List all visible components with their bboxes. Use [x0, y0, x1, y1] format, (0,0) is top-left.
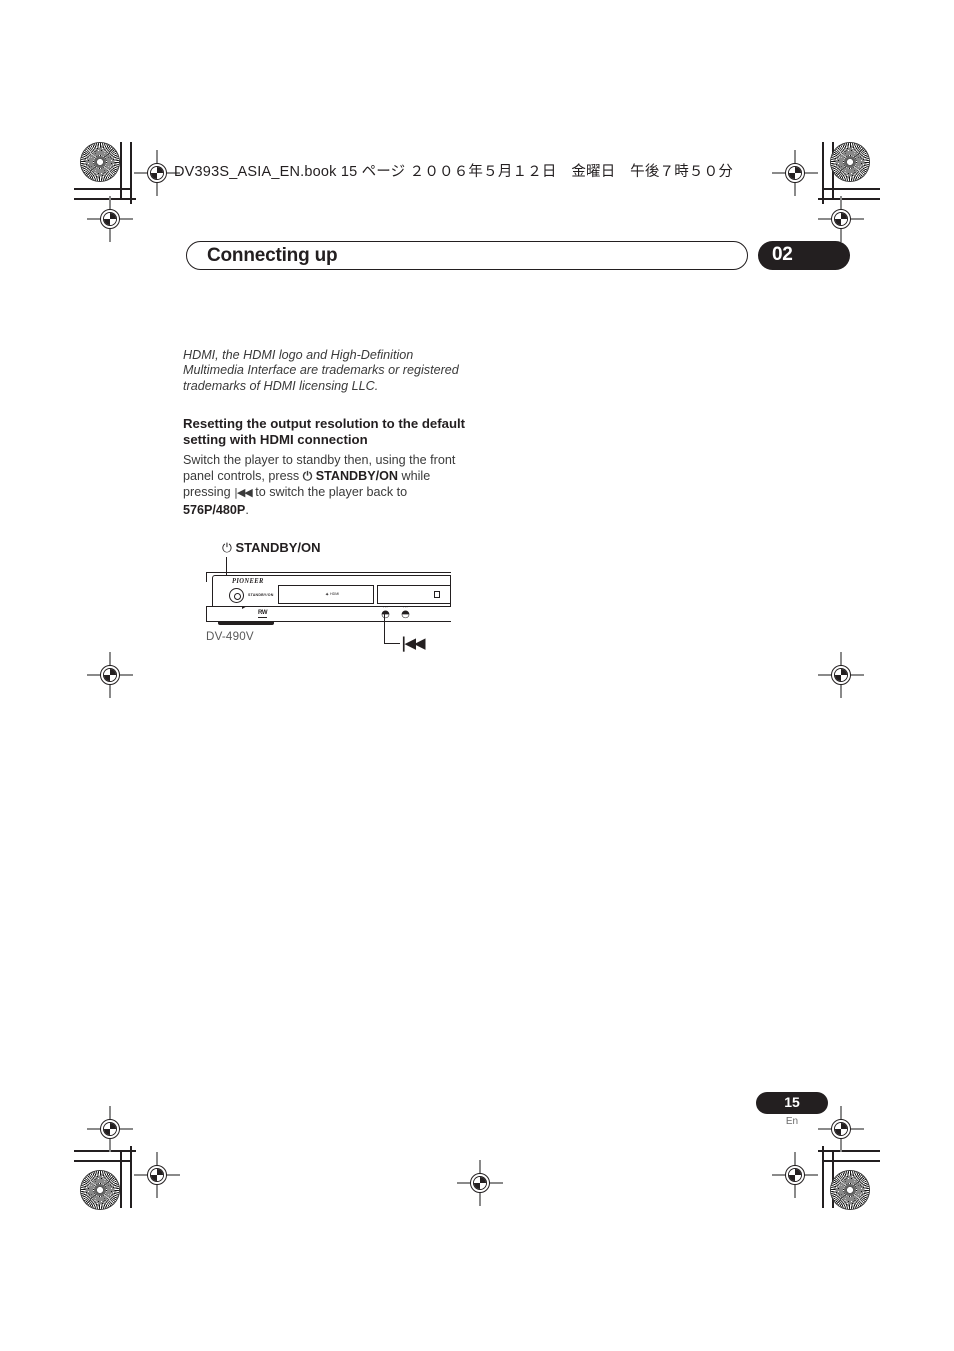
- display-indicator-icon: [434, 591, 440, 598]
- power-symbol-icon: ⏻: [302, 469, 313, 484]
- power-symbol-callout-icon: ⏻: [222, 540, 232, 555]
- print-density-target-top-right: [831, 143, 869, 181]
- panel-left-skirt: [206, 606, 208, 622]
- panel-bottom-strip: [206, 606, 451, 622]
- standby-on-button-label: STANDBY/ON: [248, 593, 274, 597]
- panel-left-bevel: [206, 572, 208, 582]
- print-density-target-top-left: [81, 143, 119, 181]
- previous-callout-leader-vertical: [384, 614, 386, 644]
- pioneer-logo: PIONEER: [232, 577, 264, 586]
- previous-track-button: ◓: [381, 609, 390, 620]
- registration-mark-bottom-left: [134, 1152, 180, 1198]
- section-heading: Resetting the output resolution to the d…: [183, 416, 466, 448]
- previous-track-callout-symbol: |◀◀: [401, 634, 426, 652]
- chapter-number: 02: [772, 244, 793, 265]
- print-density-target-bottom-left: [81, 1171, 119, 1209]
- reset-instructions-paragraph: Switch the player to standby then, using…: [183, 452, 473, 518]
- model-number-label: DV-490V: [206, 630, 254, 643]
- print-density-target-bottom-right: [831, 1171, 869, 1209]
- registration-mark-right-middle: [818, 652, 864, 698]
- chapter-number-badge: 02: [758, 241, 850, 270]
- standby-on-callout: ⏻ STANDBY/ON: [222, 540, 321, 556]
- next-track-button: ◓: [401, 609, 410, 620]
- standby-on-button: [229, 588, 244, 603]
- page-number: 15: [784, 1094, 800, 1110]
- rw-compatibility-mark: RW: [258, 610, 268, 618]
- instructions-text-3: to switch the player back to: [251, 485, 408, 500]
- language-code: En: [785, 1116, 799, 1127]
- previous-track-symbol-icon: |◀◀: [234, 486, 253, 500]
- source-file-header: DV393S_ASIA_EN.book 15 ページ ２００６年５月１２日 金曜…: [174, 164, 734, 180]
- hdmi-badge-label: HDMI: [330, 592, 340, 596]
- registration-mark-bottom-center: [457, 1160, 503, 1206]
- dvd-player-front-panel-illustration: PIONEER STANDBY/ON ✦ HDMI RW ··· ◓ ··· ◓: [206, 572, 451, 626]
- previous-callout-leader-horizontal: [384, 643, 400, 645]
- panel-foot: [218, 622, 274, 625]
- page-number-badge: 15: [756, 1092, 828, 1114]
- registration-mark-left-lower: [87, 1106, 133, 1152]
- hdmi-badge-icon: ✦: [325, 591, 330, 598]
- standby-on-callout-label: STANDBY/ON: [235, 540, 321, 555]
- panel-top-edge: [206, 572, 451, 574]
- tray-divider: [278, 585, 280, 604]
- instructions-text-4: .: [245, 502, 249, 517]
- chapter-title-bar: Connecting up: [186, 241, 748, 270]
- standby-on-bold-label: STANDBY/ON: [315, 469, 399, 484]
- registration-mark-left-upper: [87, 196, 133, 242]
- registration-mark-top-right: [772, 150, 818, 196]
- page-title: Connecting up: [207, 245, 338, 266]
- registration-mark-right-lower: [818, 1106, 864, 1152]
- resolution-bold-label: 576P/480P: [183, 502, 246, 517]
- registration-mark-left-middle: [87, 652, 133, 698]
- hdmi-trademark-note: HDMI, the HDMI logo and High-Definition …: [183, 348, 459, 393]
- registration-mark-bottom-right: [772, 1152, 818, 1198]
- registration-mark-right-upper: [818, 196, 864, 242]
